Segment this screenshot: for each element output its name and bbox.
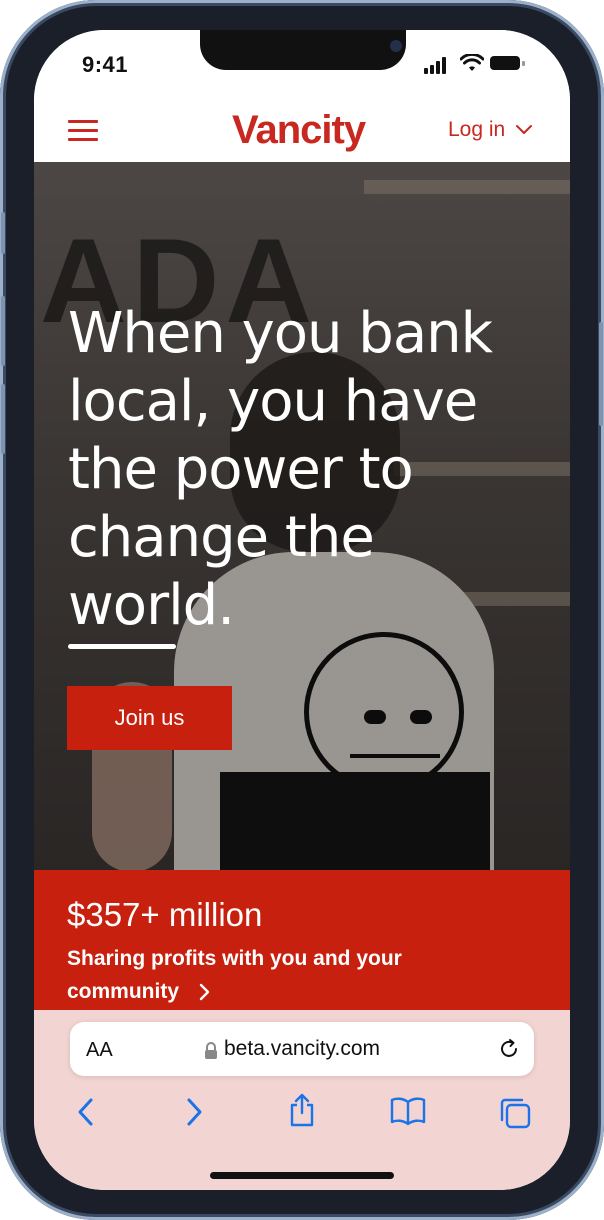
promo-text: Sharing profits with you and your commun… (67, 942, 477, 1008)
notch (200, 30, 406, 70)
hero-headline-line: world. (68, 573, 235, 638)
tabs-icon[interactable] (498, 1096, 532, 1130)
back-icon[interactable] (76, 1096, 96, 1128)
join-us-button[interactable]: Join us (67, 686, 232, 750)
login-dropdown[interactable]: Log in (448, 118, 533, 142)
chevron-down-icon (516, 125, 533, 135)
hero-headline-line: local, you have (68, 369, 478, 434)
phone-frame: 9:41 Vancity Log in ADA When you bank lo… (0, 0, 604, 1220)
status-bar: 9:41 (34, 30, 570, 102)
promo-amount: $357+ million (67, 896, 263, 933)
address-bar[interactable]: AA beta.vancity.com (70, 1022, 534, 1076)
battery-icon (490, 56, 520, 70)
hamburger-menu-icon[interactable] (68, 120, 98, 142)
safari-bottom-bar: AA beta.vancity.com (34, 1010, 570, 1190)
forward-icon[interactable] (184, 1096, 204, 1128)
hero-headline-line: change the (68, 505, 375, 570)
text-size-button[interactable]: AA (86, 1039, 113, 1062)
phone-volume-up (1, 296, 5, 366)
home-indicator (210, 1172, 394, 1179)
hero-banner: ADA When you bank local, you have the po… (34, 162, 570, 870)
battery-tip (522, 61, 525, 66)
reload-icon[interactable] (498, 1038, 520, 1060)
hero-headline-line: the power to (68, 437, 414, 502)
signal-bar-icon (436, 61, 440, 74)
signal-bar-icon (424, 68, 428, 74)
vancity-logo[interactable]: Vancity (232, 108, 366, 153)
bookmarks-icon[interactable] (390, 1096, 426, 1126)
url-text[interactable]: beta.vancity.com (224, 1037, 380, 1061)
phone-power-button (599, 322, 603, 426)
status-time: 9:41 (82, 52, 129, 77)
promo-text-label: Sharing profits with you and your commun… (67, 947, 402, 1003)
phone-side-button (1, 212, 5, 254)
hero-headline: When you bank local, you have the power … (68, 300, 528, 640)
camera-icon (390, 40, 402, 52)
safari-toolbar (34, 1092, 570, 1136)
chevron-right-icon (199, 984, 210, 1001)
login-label: Log in (448, 118, 506, 141)
signal-bar-icon (430, 65, 434, 74)
share-icon[interactable] (288, 1092, 316, 1128)
headline-underline (68, 644, 176, 649)
lock-icon (205, 1042, 217, 1059)
status-icons (424, 54, 534, 74)
phone-volume-down (1, 384, 5, 454)
wifi-icon (460, 54, 484, 71)
phone-screen: 9:41 Vancity Log in ADA When you bank lo… (34, 30, 570, 1190)
hero-headline-line: When you bank (68, 301, 493, 366)
site-header: Vancity Log in (34, 102, 570, 162)
signal-bar-icon (442, 57, 446, 74)
profit-sharing-banner[interactable]: $357+ million Sharing profits with you a… (34, 870, 570, 1010)
